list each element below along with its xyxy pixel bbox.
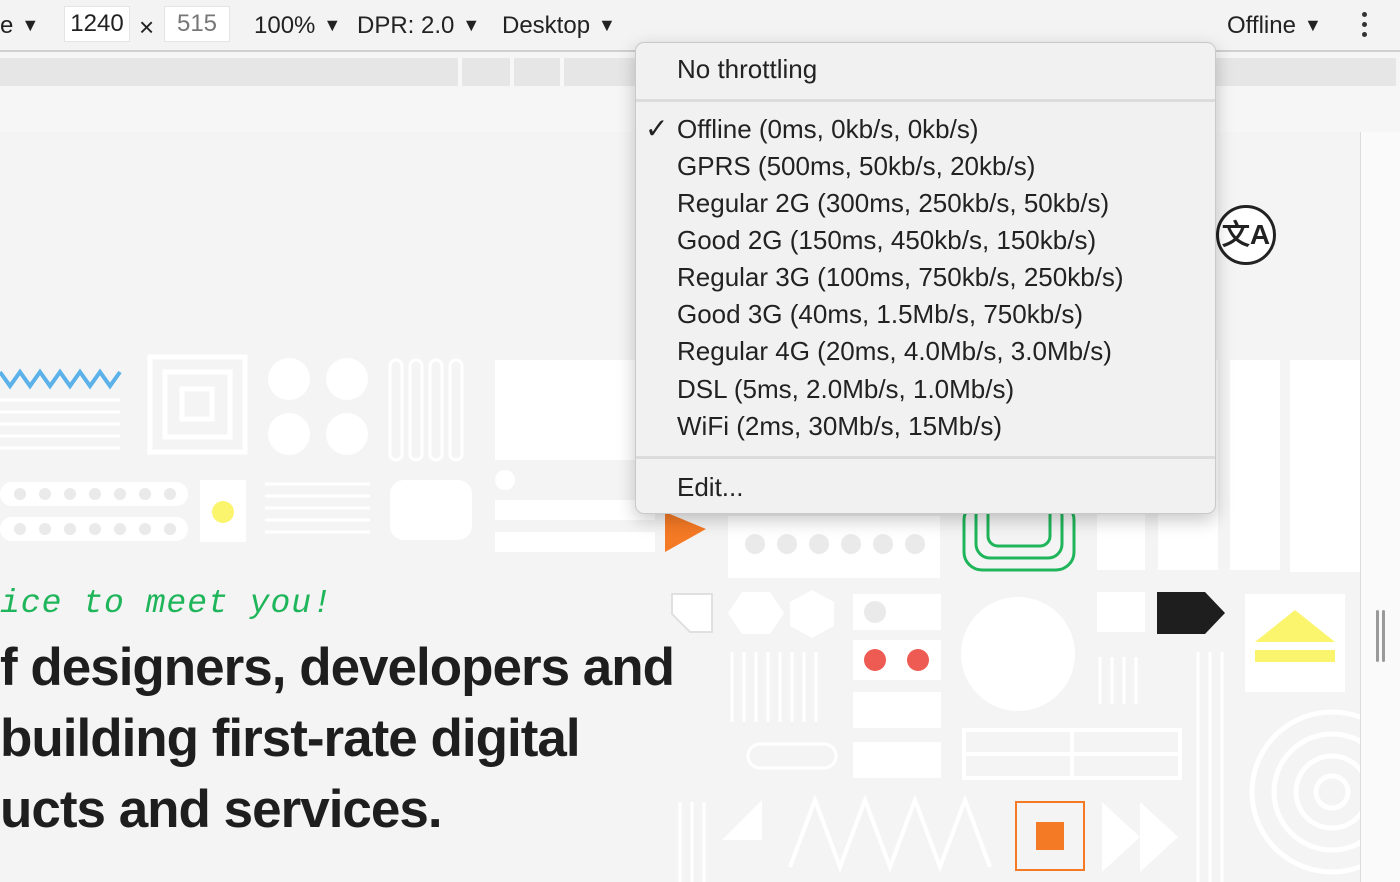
throttling-menu: No throttling ✓ Offline (0ms, 0kb/s, 0kb… bbox=[635, 42, 1216, 514]
chevron-down-icon: ▼ bbox=[323, 15, 342, 35]
chevron-down-icon: ▼ bbox=[598, 15, 616, 35]
zoom-label: 100% bbox=[254, 12, 316, 39]
menu-item-good-3g[interactable]: Good 3G (40ms, 1.5Mb/s, 750kb/s) bbox=[677, 298, 1083, 330]
menu-item-gprs[interactable]: GPRS (500ms, 50kb/s, 20kb/s) bbox=[677, 150, 1035, 182]
breakpoint-marker[interactable] bbox=[560, 58, 564, 86]
menu-separator bbox=[636, 456, 1215, 459]
menu-item-regular-3g[interactable]: Regular 3G (100ms, 750kb/s, 250kb/s) bbox=[677, 261, 1124, 293]
black-tag-shape bbox=[1157, 592, 1225, 634]
dimension-separator: × bbox=[139, 12, 155, 42]
chevron-down-icon: ▼ bbox=[1303, 15, 1322, 35]
headline-line-1: f designers, developers and bbox=[0, 638, 675, 697]
menu-item-label: Offline (0ms, 0kb/s, 0kb/s) bbox=[677, 114, 979, 144]
translate-icon[interactable]: 文A bbox=[1216, 205, 1276, 265]
device-label: e bbox=[0, 12, 14, 39]
menu-item-edit[interactable]: Edit... bbox=[677, 471, 743, 503]
menu-item-offline[interactable]: ✓ Offline (0ms, 0kb/s, 0kb/s) bbox=[645, 113, 979, 145]
viewport-right-rail bbox=[1361, 132, 1400, 882]
headline-line-2: building first-rate digital bbox=[0, 709, 581, 768]
throttling-select[interactable]: Offline ▼ bbox=[1227, 9, 1322, 42]
menu-item-regular-2g[interactable]: Regular 2G (300ms, 250kb/s, 50kb/s) bbox=[677, 187, 1109, 219]
chevron-down-icon: ▼ bbox=[462, 15, 481, 35]
headline-line-3: ucts and services. bbox=[0, 780, 443, 839]
dpr-select[interactable]: DPR: 2.0 ▼ bbox=[357, 9, 480, 42]
device-mode-label: Desktop bbox=[502, 12, 591, 39]
breakpoint-marker[interactable] bbox=[510, 58, 514, 86]
resize-handle-icon[interactable] bbox=[1376, 610, 1386, 662]
page-headline: f designers, developers and building fir… bbox=[0, 632, 720, 845]
more-options-icon[interactable] bbox=[1352, 12, 1376, 40]
chevron-down-icon: ▼ bbox=[21, 15, 40, 35]
menu-item-good-2g[interactable]: Good 2G (150ms, 450kb/s, 150kb/s) bbox=[677, 224, 1096, 256]
throttling-label: Offline bbox=[1227, 12, 1296, 39]
orange-triangle bbox=[665, 512, 706, 552]
menu-separator bbox=[636, 99, 1215, 102]
device-select[interactable]: e ▼ bbox=[0, 9, 39, 42]
menu-item-regular-4g[interactable]: Regular 4G (20ms, 4.0Mb/s, 3.0Mb/s) bbox=[677, 335, 1112, 367]
breakpoint-marker[interactable] bbox=[458, 58, 462, 86]
tagline: ice to meet you! bbox=[0, 585, 333, 622]
device-mode-select[interactable]: Desktop ▼ bbox=[502, 9, 616, 42]
menu-item-dsl[interactable]: DSL (5ms, 2.0Mb/s, 1.0Mb/s) bbox=[677, 373, 1014, 405]
zigzag-shape bbox=[0, 368, 122, 390]
menu-item-wifi[interactable]: WiFi (2ms, 30Mb/s, 15Mb/s) bbox=[677, 410, 1002, 442]
menu-item-no-throttling[interactable]: No throttling bbox=[677, 53, 817, 85]
zoom-select[interactable]: 100% ▼ bbox=[254, 9, 341, 42]
height-input[interactable]: 515 bbox=[164, 6, 230, 42]
width-input[interactable]: 1240 bbox=[64, 6, 130, 42]
dpr-label: DPR: 2.0 bbox=[357, 12, 455, 39]
checkmark-icon: ✓ bbox=[645, 113, 669, 144]
